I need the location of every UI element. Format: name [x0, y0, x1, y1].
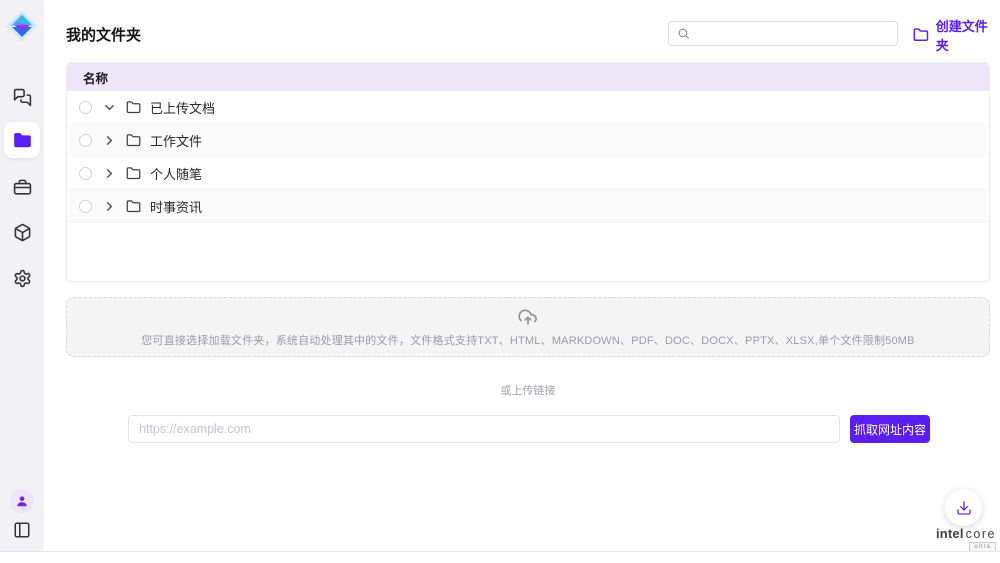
upload-hint-text: 您可直接选择加载文件夹，系统自动处理其中的文件，文件格式支持TXT、HTML、M…	[141, 332, 914, 348]
user-avatar[interactable]	[10, 489, 34, 513]
folder-icon	[126, 166, 141, 181]
box-icon	[13, 223, 32, 242]
sidebar-item-settings[interactable]	[0, 263, 44, 293]
row-checkbox[interactable]	[79, 200, 92, 213]
folder-name: 已上传文档	[150, 98, 215, 117]
table-row[interactable]: 工作文件	[67, 124, 989, 157]
chevron-down-icon[interactable]	[103, 101, 115, 113]
download-icon	[956, 500, 972, 516]
folder-icon	[126, 133, 141, 148]
folder-plus-icon	[913, 27, 929, 43]
app-logo[interactable]	[4, 8, 40, 44]
search-input[interactable]	[696, 22, 897, 45]
folder-icon	[126, 100, 141, 115]
fetch-url-button[interactable]: 抓取网址内容	[850, 415, 930, 443]
chat-icon	[13, 88, 32, 107]
app-window: 我的文件夹 创建文件夹 名称 已上传文档	[0, 0, 1000, 563]
panel-left-icon	[13, 521, 31, 539]
row-checkbox[interactable]	[79, 167, 92, 180]
window-bottom-edge	[0, 551, 1000, 563]
gear-icon	[13, 269, 32, 288]
create-folder-label: 创建文件夹	[936, 16, 1000, 54]
core-wordmark: core	[966, 527, 996, 541]
sidebar-item-toolbox[interactable]	[0, 172, 44, 202]
table-row[interactable]: 个人随笔	[67, 157, 989, 190]
or-upload-link-label: 或上传链接	[66, 382, 990, 398]
chevron-right-icon[interactable]	[103, 200, 115, 212]
row-checkbox[interactable]	[79, 101, 92, 114]
collapse-sidebar-button[interactable]	[0, 517, 44, 543]
folder-table: 名称 已上传文档 工作文件	[66, 62, 990, 282]
sidebar-item-chat[interactable]	[0, 82, 44, 112]
sidebar-item-packages[interactable]	[0, 217, 44, 247]
page-title: 我的文件夹	[66, 24, 141, 45]
folder-icon	[126, 199, 141, 214]
intel-core-logo: intel core ultra	[928, 526, 996, 552]
folder-name: 工作文件	[150, 131, 202, 150]
upload-dropzone[interactable]: 您可直接选择加载文件夹，系统自动处理其中的文件，文件格式支持TXT、HTML、M…	[66, 297, 990, 357]
intel-wordmark: intel	[936, 526, 964, 541]
sidebar	[0, 0, 44, 551]
chevron-right-icon[interactable]	[103, 167, 115, 179]
table-header-name: 名称	[67, 63, 989, 91]
table-row[interactable]: 已上传文档	[67, 91, 989, 124]
folder-name: 个人随笔	[150, 164, 202, 183]
row-checkbox[interactable]	[79, 134, 92, 147]
cloud-upload-icon	[517, 307, 539, 329]
url-input[interactable]	[128, 415, 840, 443]
search-icon	[677, 27, 690, 40]
briefcase-icon	[13, 178, 32, 197]
create-folder-button[interactable]: 创建文件夹	[913, 25, 1000, 45]
download-fab-button[interactable]	[945, 489, 982, 526]
chevron-right-icon[interactable]	[103, 134, 115, 146]
folder-icon	[13, 131, 32, 150]
folder-name: 时事资讯	[150, 197, 202, 216]
table-row[interactable]: 时事资讯	[67, 190, 989, 223]
sidebar-item-folders[interactable]	[4, 122, 40, 158]
search-box[interactable]	[668, 21, 898, 46]
user-icon	[15, 494, 29, 508]
